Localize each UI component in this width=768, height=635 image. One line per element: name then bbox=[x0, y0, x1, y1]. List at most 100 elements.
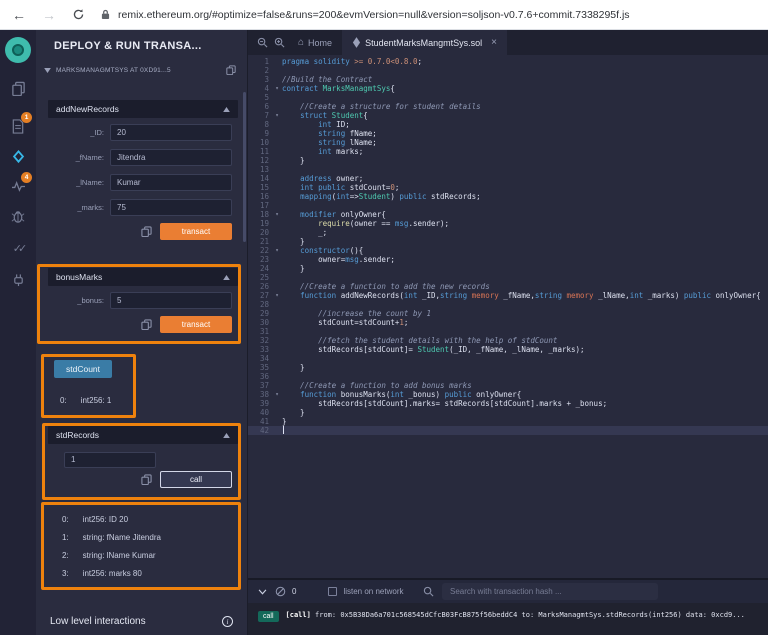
log-entry[interactable]: [call] from: 0x5B38Da6a701c568545dCfcB03… bbox=[286, 611, 745, 619]
zoom-out-icon[interactable] bbox=[257, 37, 268, 48]
code-line[interactable]: 24 } bbox=[248, 264, 768, 273]
fold-arrow-icon[interactable]: ▾ bbox=[272, 84, 282, 93]
transact-button[interactable]: transact bbox=[160, 223, 232, 240]
panel-scrollbar[interactable] bbox=[243, 92, 246, 242]
code-line[interactable]: 19 require(owner == msg.sender); bbox=[248, 219, 768, 228]
code-line[interactable]: 25 bbox=[248, 273, 768, 282]
tab-home[interactable]: ⌂ Home bbox=[288, 30, 342, 55]
stdrecords-header[interactable]: stdRecords bbox=[48, 426, 238, 444]
code-line[interactable]: 18▾ modifier onlyOwner{ bbox=[248, 210, 768, 219]
code-line[interactable]: 10 string lName; bbox=[248, 138, 768, 147]
code-line[interactable]: 34 bbox=[248, 354, 768, 363]
fold-arrow-icon[interactable]: ▾ bbox=[272, 291, 282, 300]
code-line[interactable]: 27▾ function addNewRecords(int _ID,strin… bbox=[248, 291, 768, 300]
tab-studentmarksmangmtsys[interactable]: StudentMarksMangmtSys.sol × bbox=[342, 30, 507, 55]
code-line[interactable]: 20 _; bbox=[248, 228, 768, 237]
param-input[interactable] bbox=[110, 199, 232, 216]
copy-calldata-icon[interactable] bbox=[141, 319, 152, 330]
browser-refresh-icon[interactable] bbox=[72, 8, 85, 21]
code-line[interactable]: 42 bbox=[248, 426, 768, 435]
fold-gutter bbox=[272, 183, 282, 192]
chevron-down-icon[interactable] bbox=[44, 68, 51, 73]
code-line[interactable]: 8 int ID; bbox=[248, 120, 768, 129]
code-editor[interactable]: 1pragma solidity >= 0.7.0<0.8.0;23//Buil… bbox=[248, 55, 768, 578]
param-input[interactable] bbox=[110, 124, 232, 141]
call-button[interactable]: call bbox=[160, 471, 232, 488]
code-line[interactable]: 22▾ constructor(){ bbox=[248, 246, 768, 255]
code-line[interactable]: 29 //increase the count by 1 bbox=[248, 309, 768, 318]
code-line[interactable]: 2 bbox=[248, 66, 768, 75]
code-line[interactable]: 30 stdCount=stdCount+1; bbox=[248, 318, 768, 327]
param-input[interactable] bbox=[110, 292, 232, 309]
fold-arrow-icon[interactable]: ▾ bbox=[272, 246, 282, 255]
code-line[interactable]: 36 bbox=[248, 372, 768, 381]
code-line[interactable]: 3//Build the Contract bbox=[248, 75, 768, 84]
code-line[interactable]: 21 } bbox=[248, 237, 768, 246]
zoom-in-icon[interactable] bbox=[274, 37, 285, 48]
code-line[interactable]: 41} bbox=[248, 417, 768, 426]
code-line[interactable]: 28 bbox=[248, 300, 768, 309]
code-line[interactable]: 5 bbox=[248, 93, 768, 102]
clear-console-icon[interactable] bbox=[275, 586, 286, 597]
terminal-search-input[interactable] bbox=[442, 583, 658, 600]
deployed-contract-row[interactable]: MARKSMANAGMTSYS AT 0XD91...5 bbox=[40, 62, 242, 78]
param-input[interactable] bbox=[110, 149, 232, 166]
solidity-compiler-icon[interactable]: 1 bbox=[8, 116, 28, 136]
chevron-up-icon[interactable] bbox=[223, 275, 230, 280]
close-tab-icon[interactable]: × bbox=[491, 37, 497, 48]
unit-testing-icon[interactable]: ✓✓ bbox=[8, 238, 28, 258]
file-explorer-icon[interactable] bbox=[8, 78, 28, 98]
code-line[interactable]: 32 //fetch the student details with the … bbox=[248, 336, 768, 345]
transact-button[interactable]: transact bbox=[160, 316, 232, 333]
code-line[interactable]: 39 stdRecords[stdCount].marks= stdRecord… bbox=[248, 399, 768, 408]
stdcount-button[interactable]: stdCount bbox=[54, 360, 112, 378]
code-line[interactable]: 4▾contract MarksManagmtSys{ bbox=[248, 84, 768, 93]
stdrecords-input[interactable] bbox=[64, 452, 156, 468]
code-line[interactable]: 38▾ function bonusMarks(int _bonus) publ… bbox=[248, 390, 768, 399]
static-analysis-icon[interactable]: 4 bbox=[8, 176, 28, 196]
param-input[interactable] bbox=[110, 174, 232, 191]
remix-logo[interactable] bbox=[5, 37, 31, 63]
info-icon[interactable]: i bbox=[222, 616, 233, 627]
code-line[interactable]: 7▾ struct Student{ bbox=[248, 111, 768, 120]
code-line[interactable]: 31 bbox=[248, 327, 768, 336]
browser-forward-icon[interactable]: → bbox=[42, 7, 56, 23]
code-line[interactable]: 13 bbox=[248, 165, 768, 174]
copy-calldata-icon[interactable] bbox=[141, 226, 152, 237]
code-line[interactable]: 23 owner=msg.sender; bbox=[248, 255, 768, 264]
code-line[interactable]: 16 mapping(int=>Student) public stdRecor… bbox=[248, 192, 768, 201]
code-line[interactable]: 15 int public stdCount=0; bbox=[248, 183, 768, 192]
copy-address-icon[interactable] bbox=[226, 65, 236, 75]
chevron-up-icon[interactable] bbox=[223, 433, 230, 438]
chevron-up-icon[interactable] bbox=[223, 107, 230, 112]
fold-arrow-icon[interactable]: ▾ bbox=[272, 210, 282, 219]
fold-arrow-icon[interactable]: ▾ bbox=[272, 111, 282, 120]
code-line[interactable]: 26 //Create a function to add the new re… bbox=[248, 282, 768, 291]
browser-back-icon[interactable]: ← bbox=[12, 7, 26, 23]
code-line[interactable]: 35 } bbox=[248, 363, 768, 372]
code-line[interactable]: 12 } bbox=[248, 156, 768, 165]
code-text: function bonusMarks(int _bonus) public o… bbox=[282, 390, 521, 399]
action-row: transact bbox=[48, 316, 238, 333]
fold-arrow-icon[interactable]: ▾ bbox=[272, 390, 282, 399]
code-text: address owner; bbox=[282, 174, 363, 183]
deploy-run-icon[interactable] bbox=[8, 146, 28, 166]
url-bar[interactable]: remix.ethereum.org/#optimize=false&runs=… bbox=[118, 9, 630, 21]
code-line[interactable]: 37 //Create a function to add bonus mark… bbox=[248, 381, 768, 390]
bonusmarks-header[interactable]: bonusMarks bbox=[48, 268, 238, 286]
plugin-manager-icon[interactable] bbox=[8, 270, 28, 290]
debugger-icon[interactable] bbox=[8, 206, 28, 226]
code-line[interactable]: 9 string fName; bbox=[248, 129, 768, 138]
listen-network-checkbox[interactable] bbox=[328, 587, 337, 596]
code-line[interactable]: 6 //Create a structure for student detai… bbox=[248, 102, 768, 111]
copy-calldata-icon[interactable] bbox=[141, 474, 152, 485]
code-line[interactable]: 17 bbox=[248, 201, 768, 210]
code-line[interactable]: 14 address owner; bbox=[248, 174, 768, 183]
code-line[interactable]: 40 } bbox=[248, 408, 768, 417]
result-index: 0: bbox=[60, 396, 67, 405]
addnewrecords-header[interactable]: addNewRecords bbox=[48, 100, 238, 118]
code-line[interactable]: 33 stdRecords[stdCount]= Student(_ID, _f… bbox=[248, 345, 768, 354]
code-line[interactable]: 1pragma solidity >= 0.7.0<0.8.0; bbox=[248, 57, 768, 66]
terminal-expand-icon[interactable] bbox=[258, 589, 267, 595]
code-line[interactable]: 11 int marks; bbox=[248, 147, 768, 156]
